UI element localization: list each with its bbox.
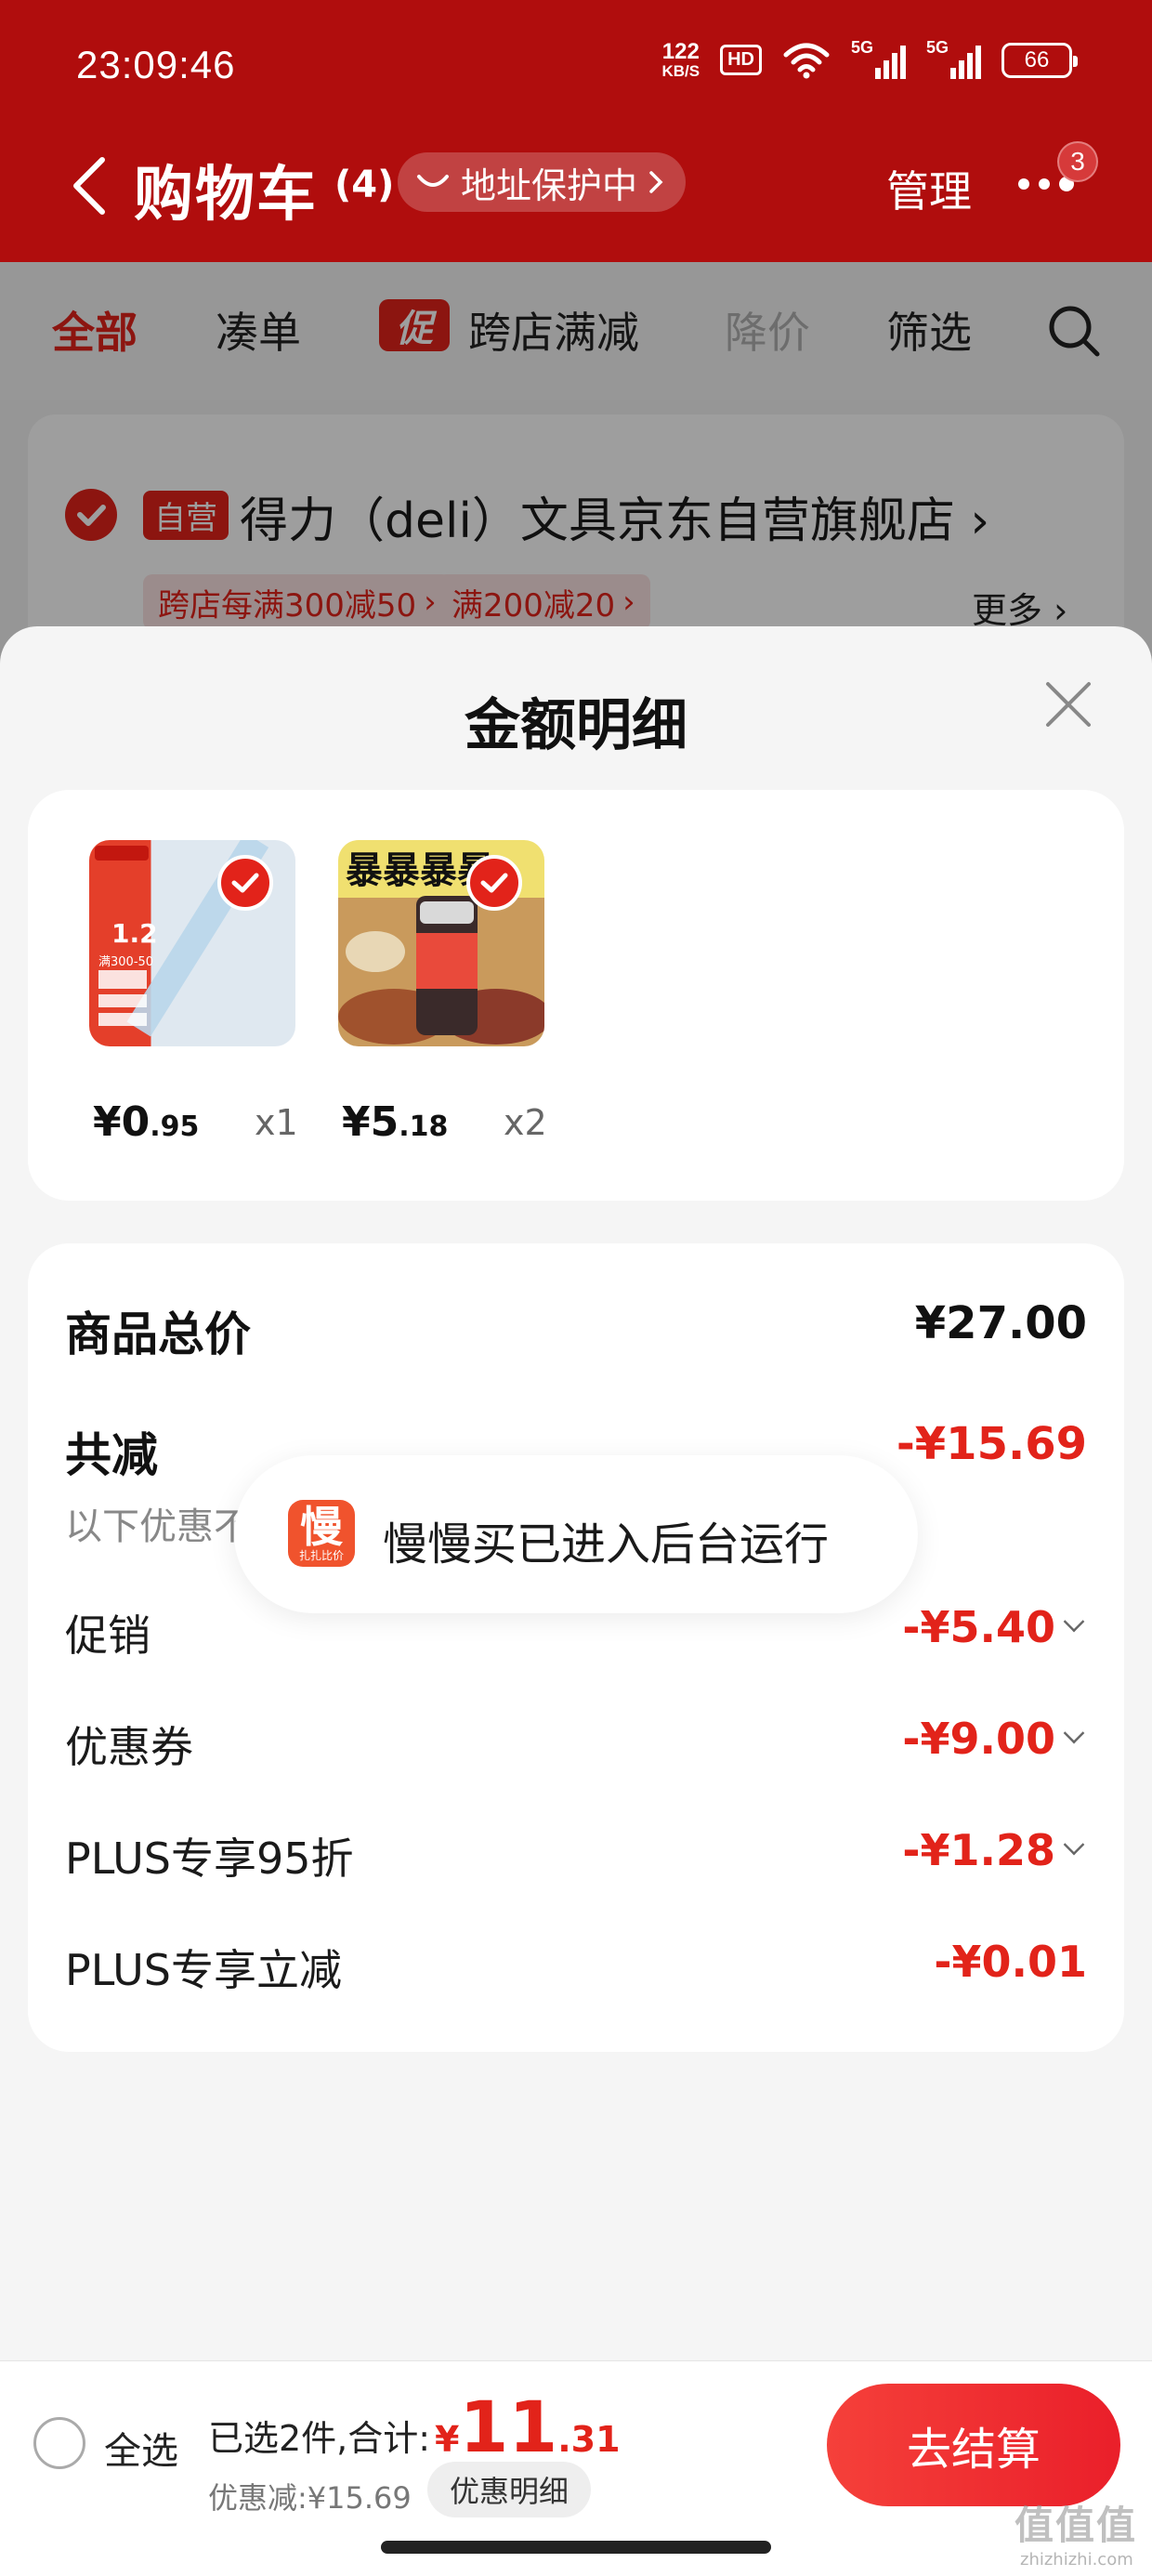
select-all-checkbox[interactable] bbox=[33, 2417, 85, 2469]
selected-items-card: 1.2 满300-50 ¥0.95 x1 暴暴暴暴 ¥5.18 x2 bbox=[28, 790, 1124, 1201]
item-selected-check[interactable] bbox=[217, 855, 273, 911]
checkout-button[interactable]: 去结算 bbox=[827, 2384, 1120, 2506]
watermark-logo: 值值值 bbox=[1015, 2503, 1138, 2548]
cart-nav: 购物车 (4) 地址保护中 管理 3 bbox=[0, 139, 1152, 232]
discount-detail-button[interactable]: 优惠明细 bbox=[427, 2462, 592, 2517]
selected-summary: 已选2件,合计: bbox=[208, 2418, 431, 2459]
selected-item[interactable]: 暴暴暴暴 ¥5.18 x2 bbox=[277, 840, 547, 1147]
status-bar: 23:09:46 122 KB/S HD 5G 5G 66 bbox=[0, 0, 1152, 130]
sheet-title: 金额明细 bbox=[465, 693, 687, 758]
total-price-label: 商品总价 bbox=[65, 1308, 251, 1361]
back-arrow-icon[interactable] bbox=[63, 151, 119, 221]
battery-icon: 66 bbox=[1001, 42, 1078, 78]
item-price: ¥5.18 bbox=[342, 1098, 449, 1146]
smile-icon bbox=[417, 175, 449, 187]
manmanmai-logo: 慢 扎扎比价 bbox=[288, 1500, 355, 1567]
check-icon bbox=[480, 873, 508, 893]
status-icons: 122 KB/S HD 5G 5G 66 bbox=[661, 38, 1078, 80]
watermark-site: zhizhizhi.com bbox=[1020, 2550, 1133, 2569]
background-run-toast: 慢 扎扎比价 慢慢买已进入后台运行 bbox=[234, 1455, 918, 1613]
signal-icon-1: 5G bbox=[851, 38, 906, 79]
wifi-icon bbox=[783, 43, 830, 78]
check-icon bbox=[231, 873, 259, 893]
total-reduce-label: 共减 bbox=[65, 1428, 158, 1482]
notification-badge: 3 bbox=[1057, 141, 1098, 182]
cart-count: (4) bbox=[334, 164, 395, 206]
status-time: 23:09:46 bbox=[76, 43, 236, 86]
page-title: 购物车 bbox=[134, 161, 318, 230]
total-reduce-value: -¥15.69 bbox=[896, 1418, 1087, 1470]
close-icon[interactable] bbox=[1042, 678, 1094, 730]
chevron-down-icon bbox=[1063, 1610, 1085, 1633]
discount-line-label: PLUS专享立减 bbox=[65, 1945, 342, 1995]
discount-line-label: PLUS专享95折 bbox=[65, 1833, 354, 1884]
network-speed: 122 KB/S bbox=[661, 39, 700, 80]
chevron-down-icon bbox=[1063, 1833, 1085, 1856]
item-price: ¥0.95 bbox=[93, 1098, 200, 1146]
manage-button[interactable]: 管理 bbox=[886, 158, 972, 219]
total-amount: ¥11.31 bbox=[435, 2385, 621, 2468]
home-indicator[interactable] bbox=[381, 2541, 771, 2554]
item-selected-check[interactable] bbox=[466, 855, 522, 911]
discount-line-plus-instant: PLUS专享立减 -¥0.01 bbox=[65, 1937, 1087, 1996]
chevron-right-icon bbox=[649, 171, 663, 193]
selected-item[interactable]: 1.2 满300-50 ¥0.95 x1 bbox=[28, 840, 298, 1147]
hd-icon: HD bbox=[720, 45, 762, 75]
chevron-down-icon bbox=[1063, 1722, 1085, 1744]
total-price-row: 商品总价 ¥27.00 bbox=[65, 1297, 1087, 1362]
price-summary-card: 商品总价 ¥27.00 共减 -¥15.69 以下优惠不包含红包，请在结算页查看… bbox=[28, 1243, 1124, 2052]
discount-line-label: 促销 bbox=[65, 1610, 151, 1661]
discount-line-value: -¥1.28 bbox=[902, 1825, 1085, 1875]
discount-line-value: -¥9.00 bbox=[902, 1714, 1085, 1764]
address-protect-button[interactable]: 地址保护中 bbox=[398, 152, 687, 212]
discount-line-value: -¥5.40 bbox=[902, 1602, 1085, 1652]
total-price-value: ¥27.00 bbox=[914, 1297, 1087, 1349]
address-protect-label: 地址保护中 bbox=[461, 164, 638, 206]
discount-line-label: 优惠券 bbox=[65, 1722, 193, 1772]
toast-message: 慢慢买已进入后台运行 bbox=[383, 1518, 830, 1571]
discount-line-value: -¥0.01 bbox=[934, 1937, 1087, 1987]
top-bar: 23:09:46 122 KB/S HD 5G 5G 66 购物车 (4) 地址… bbox=[0, 0, 1152, 262]
item-quantity: x2 bbox=[504, 1102, 547, 1143]
discount-line-coupon[interactable]: 优惠券 -¥9.00 bbox=[65, 1714, 1087, 1773]
signal-icon-2: 5G bbox=[926, 38, 981, 79]
select-all-label[interactable]: 全选 bbox=[104, 2421, 178, 2475]
discount-amount: 优惠减:¥15.69 bbox=[208, 2480, 412, 2516]
discount-line-plus95[interactable]: PLUS专享95折 -¥1.28 bbox=[65, 1825, 1087, 1885]
